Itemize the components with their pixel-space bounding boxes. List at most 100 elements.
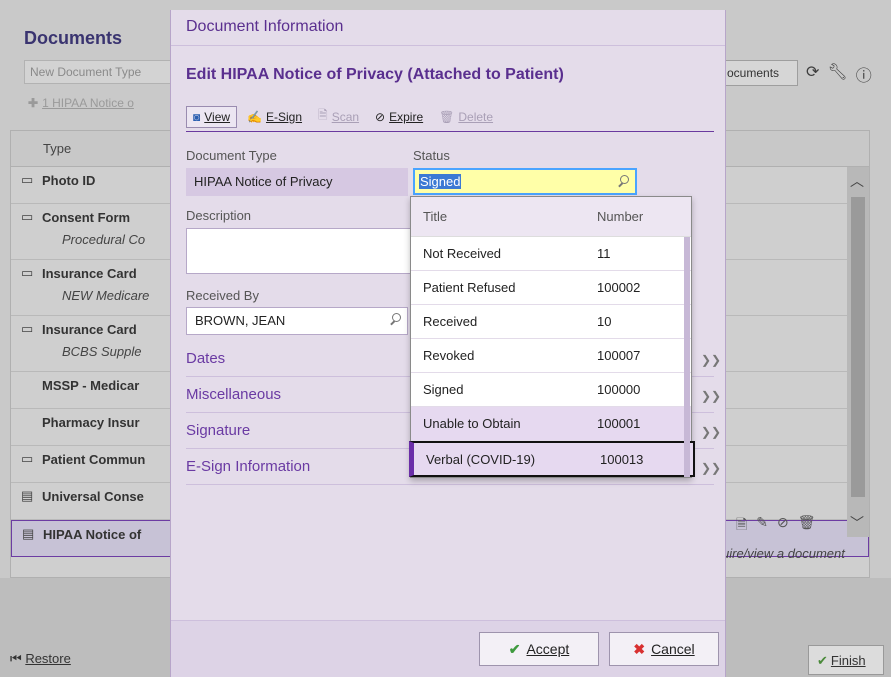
document-type-field: HIPAA Notice of Privacy [186,168,408,196]
close-icon: ✖ [633,640,646,657]
option-title: Received [423,314,478,329]
search-icon[interactable] [618,175,630,187]
option-number: 100002 [597,280,641,295]
trash-icon: 🗑︎ [439,109,455,124]
view-icon: ◙ [193,109,201,124]
trash-icon[interactable]: 🗑︎ [798,514,816,538]
expire-icon: ⊘ [375,109,386,124]
scroll-up-icon[interactable]: ︿ [850,171,864,191]
documents-title: Documents [24,28,123,48]
signed-document-icon: ▤ [21,488,34,503]
row-type-label: Insurance Card [42,266,137,281]
row-description: Procedural Co [62,232,146,247]
esign-label: E-Sign [266,109,303,124]
description-field[interactable] [186,228,416,274]
documents-toolbar-icons: ⟳ 🔧︎ ⓘ [806,62,872,86]
restore-link[interactable]: ⏮ Restore [10,651,71,667]
dialog-footer: ✔ Accept ✖ Cancel [171,620,725,677]
dialog-subtitle: Edit HIPAA Notice of Privacy (Attached t… [186,66,564,83]
dropdown-option[interactable]: Received 10 [411,305,691,339]
option-title: Signed [423,382,464,397]
dropdown-option[interactable]: Signed 100000 [411,373,691,407]
status-label: Status [413,148,450,163]
divider [186,484,714,485]
accept-label: Accept [526,641,570,657]
section-dates[interactable]: Dates [186,350,225,367]
dropdown-scrollbar[interactable] [684,237,690,477]
scan-button[interactable]: 🗎︎ Scan [312,104,365,129]
chevron-down-icon[interactable]: ❯❯ [701,353,721,367]
document-icon: ▭ [21,451,34,466]
dropdown-col-number[interactable]: Number [581,209,681,224]
dropdown-option[interactable]: Unable to Obtain 100001 [411,407,691,441]
section-signature[interactable]: Signature [186,422,250,439]
document-type-label: Document Type [186,148,277,163]
cancel-button[interactable]: ✖ Cancel [609,632,719,666]
row-type-label: Photo ID [42,173,96,188]
option-title: Revoked [423,348,475,363]
esign-button[interactable]: ✍ E-Sign [241,108,308,126]
dropdown-option[interactable]: Patient Refused 100002 [411,271,691,305]
attach-document-link[interactable]: ✚ 1 HIPAA Notice o [28,96,134,110]
status-input[interactable]: Signed [413,168,637,195]
row-description: BCBS Supple [62,344,142,359]
document-icon[interactable]: 🗎︎ [736,514,747,538]
view-button[interactable]: ◙ View [186,105,238,128]
row-type-label: Insurance Card [42,322,137,337]
dropdown-option[interactable]: Verbal (COVID-19) 100013 [409,441,695,477]
section-esign-information[interactable]: E-Sign Information [186,458,310,475]
expire-button[interactable]: ⊘ Expire [369,108,429,126]
attach-document-label: 1 HIPAA Notice o [42,96,134,110]
dropdown-option[interactable]: Not Received 11 [411,237,691,271]
row-type-label: MSSP - Medicar [42,378,140,393]
finish-button[interactable]: ✔ Finish [808,645,884,675]
document-icon: ▭ [21,209,34,224]
option-title: Verbal (COVID-19) [426,451,536,467]
option-number: 100000 [597,382,641,397]
wrench-icon[interactable]: 🔧︎ [827,62,847,86]
dropdown-header: Title Number [411,197,691,237]
info-icon[interactable]: ⓘ [856,62,872,86]
view-label: View [204,109,231,124]
plus-icon: ✚ [28,96,39,110]
restore-label: Restore [25,651,71,666]
scrollbar-thumb[interactable] [851,197,865,497]
documents-button[interactable]: ocuments [720,60,798,86]
dropdown-option[interactable]: Revoked 100007 [411,339,691,373]
option-number: 11 [597,246,611,261]
section-miscellaneous[interactable]: Miscellaneous [186,386,281,403]
option-number: 100001 [597,416,641,431]
received-by-label: Received By [186,288,259,303]
refresh-icon[interactable]: ⟳ [806,62,819,86]
option-number: 100007 [597,348,641,363]
grid-scrollbar[interactable]: ︿ ﹀ [847,167,869,537]
checkmark-icon: ✔ [817,653,828,668]
option-title: Patient Refused [423,280,516,295]
row-type-label: Consent Form [42,210,131,225]
chevron-down-icon[interactable]: ❯❯ [701,425,721,439]
row-description: NEW Medicare [62,288,150,303]
expire-label: Expire [389,109,424,124]
dialog-toolbar: ◙ View ✍ E-Sign 🗎︎ Scan ⊘ Expire 🗑︎ Delete [186,102,714,132]
new-document-type-input[interactable]: New Document Type [24,60,184,84]
chevron-down-icon[interactable]: ❯❯ [701,389,721,403]
row-type-label: Patient Commun [42,452,146,467]
dropdown-col-title[interactable]: Title [411,209,581,224]
delete-button[interactable]: 🗑︎ Delete [433,108,499,126]
accept-button[interactable]: ✔ Accept [479,632,599,666]
finish-label: Finish [830,653,866,668]
document-icon: ▭ [21,321,34,336]
description-label: Description [186,208,252,223]
document-icon: ▭ [21,265,34,280]
row-type-label: Pharmacy Insur [42,415,140,430]
expire-icon[interactable]: ⊘ [777,514,789,538]
received-by-input[interactable]: BROWN, JEAN [186,307,408,335]
chevron-down-icon[interactable]: ❯❯ [701,461,721,475]
esign-icon: ✍ [247,109,262,124]
signed-document-icon: ▤ [22,526,35,541]
scroll-down-icon[interactable]: ﹀ [850,513,864,533]
scan-label: Scan [331,109,360,124]
search-icon[interactable] [390,313,402,325]
edit-icon[interactable]: ✎ [756,514,768,538]
scan-icon: 🗎︎ [318,108,328,122]
